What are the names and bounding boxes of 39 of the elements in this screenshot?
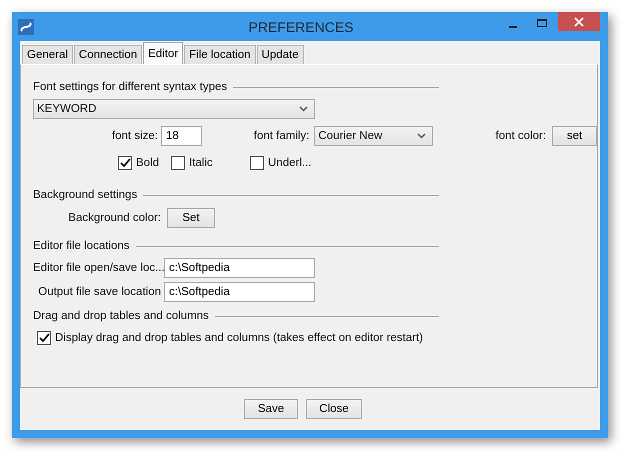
dialog-button[interactable]: Close [306,399,362,419]
chevron-icon [299,106,308,112]
checkbox[interactable] [250,156,264,170]
tab[interactable]: File location [184,45,256,64]
path-field[interactable]: c:\Softpedia [164,258,315,278]
close-icon [574,16,584,26]
font-color-button[interactable]: set [552,126,597,146]
checkbox-label: Italic [189,157,213,169]
field-label: font family: [252,130,310,142]
section-heading: Editor file locations [33,240,130,252]
checkbox[interactable] [118,156,132,170]
tab[interactable]: General [22,45,73,64]
font-family-dropdown[interactable]: Courier New [314,126,433,146]
path-field[interactable]: c:\Softpedia [164,282,315,302]
chevron-icon [416,132,426,138]
dialog-button[interactable]: Save [244,399,298,419]
checkbox[interactable] [171,156,185,170]
check-icon [120,158,130,168]
background-color-button[interactable]: Set [167,208,215,228]
section-heading: Background settings [33,189,138,201]
window-title: PREFERENCES [247,18,355,34]
field-label: Output file save location [37,286,161,298]
checkbox-label: Underl... [268,157,312,169]
checkbox-label: Display drag and drop tables and columns (takes effect on editor restart) [55,332,423,344]
field-label: font color: [494,130,546,142]
close-button[interactable] [558,12,600,31]
field-label: font size: [110,130,158,142]
tab[interactable]: Update [256,45,304,64]
field-label: Background color: [67,212,161,224]
tab[interactable]: Editor [143,42,184,64]
checkbox[interactable] [37,331,51,345]
syntax-type-dropdown[interactable]: KEYWORD [33,99,315,119]
section-heading: Font settings for different syntax types [33,81,228,93]
font-size-field[interactable]: 18 [160,126,202,146]
check-icon [38,333,50,343]
section-heading: Drag and drop tables and columns [33,310,209,322]
checkbox-label: Bold [136,157,160,169]
tab[interactable]: Connection [74,45,142,64]
app-icon [18,18,34,34]
